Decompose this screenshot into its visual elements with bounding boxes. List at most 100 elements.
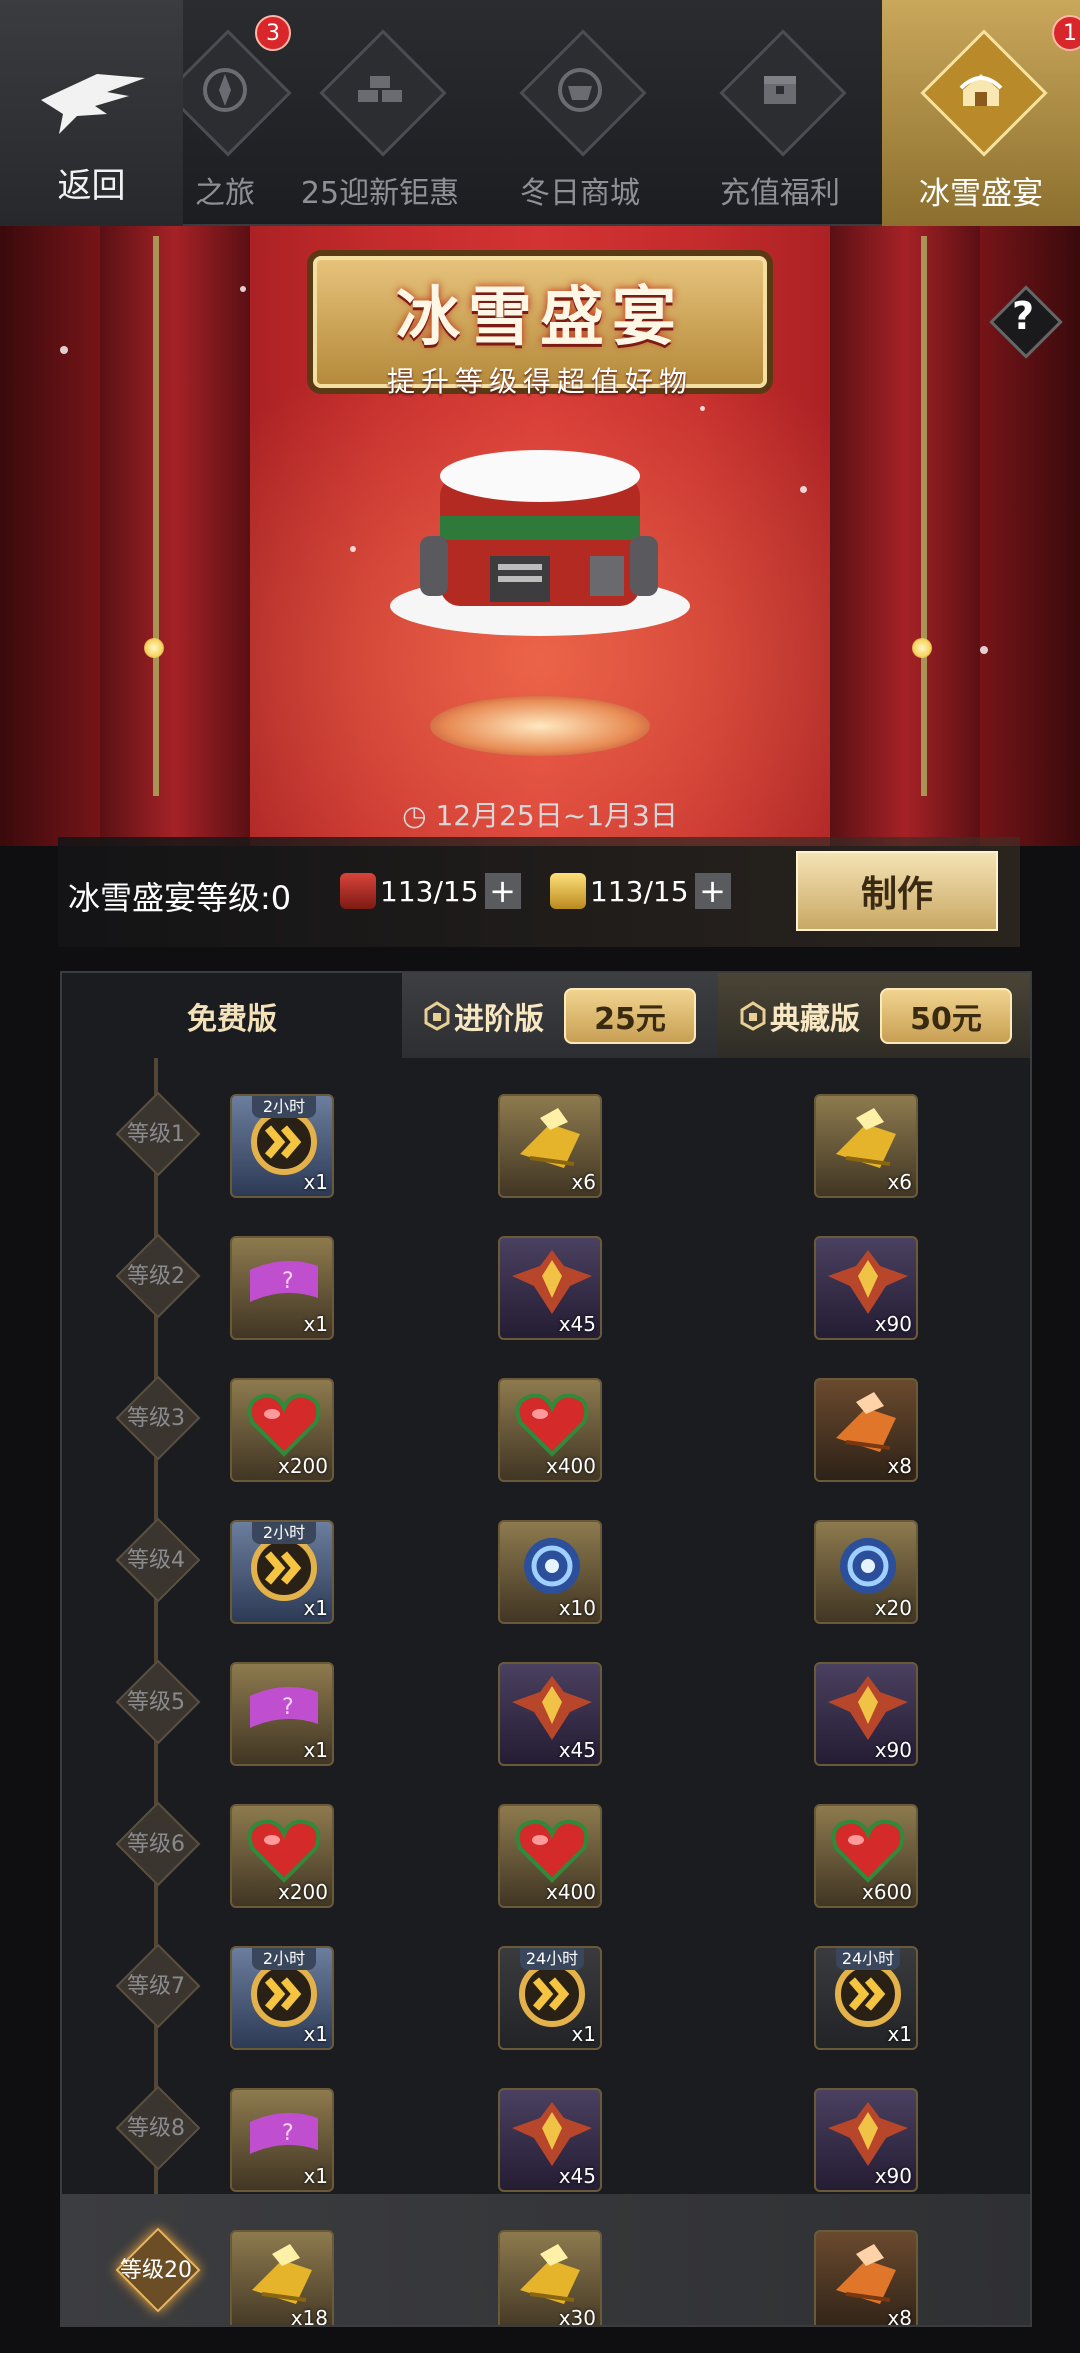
purple-ticket-icon: ? [242,1672,326,1744]
reward-item-free[interactable]: x200 [230,1804,334,1908]
snowflake [350,546,356,552]
reward-item-adv[interactable]: x6 [498,1094,602,1198]
add-red-box-button[interactable]: + [484,873,521,909]
reward-item-adv[interactable]: x45 [498,2088,602,2192]
snowflake [60,346,68,354]
resource-gold-box-value: 113/15 [590,874,689,908]
orange-mecha-icon [826,2240,910,2312]
banner-rail [921,236,927,796]
notification-badge: 1 [1052,15,1080,51]
snowflake [240,286,246,292]
reward-item-col[interactable]: x8 [814,2230,918,2327]
reward-item-free[interactable]: ? x1 [230,1236,334,1340]
svg-text:?: ? [282,1695,294,1720]
snowflake [980,646,988,654]
tab-ice-snow-feast[interactable]: 冰雪盛宴 1 [882,0,1080,226]
reward-item-col[interactable]: x90 [814,1662,918,1766]
reward-item-col[interactable]: x20 [814,1520,918,1624]
reward-item-col[interactable]: x90 [814,1236,918,1340]
shop-icon [520,30,640,150]
reward-item-adv[interactable]: x30 [498,2230,602,2325]
reward-item-free[interactable]: x18 [230,2230,334,2325]
reward-row: 等级4 2小时 x1 x10 x20 [62,1484,1030,1626]
reward-item-adv[interactable]: x400 [498,1804,602,1908]
reward-item-adv[interactable]: x45 [498,1236,602,1340]
tab-new-year-deals[interactable]: 25迎新钜惠 [300,0,460,226]
reward-item-col[interactable]: x8 [814,1378,918,1482]
gold-mecha-icon [510,1104,594,1176]
display-platform [430,696,650,756]
heart-icon [242,1814,326,1886]
red-box-icon [340,873,376,909]
reward-item-free[interactable]: 2小时 x1 [230,1520,334,1624]
event-title-plate: 冰雪盛宴 提升等级得超值好物 [313,256,767,398]
reward-quantity: x1 [303,1738,328,1762]
level-label: 等级20 [120,2258,192,2283]
reward-quantity: x8 [887,2306,912,2327]
reward-item-free[interactable]: 2小时 x1 [230,1946,334,2050]
level-label: 等级8 [127,2116,185,2141]
winged-emblem-icon [510,2098,594,2170]
reward-item-col[interactable]: x6 [814,1094,918,1198]
make-button[interactable]: 制作 [796,851,998,931]
heart-icon [510,1388,594,1460]
reward-quantity: x1 [303,1596,328,1620]
reward-quantity: x1 [303,1312,328,1336]
snowflake [800,486,807,493]
reward-quantity: x20 [874,1596,912,1620]
reward-row: 等级8 ? x1 x45 x90 [62,2052,1030,2194]
add-gold-box-button[interactable]: + [694,873,731,909]
reward-item-adv[interactable]: x45 [498,1662,602,1766]
banner-rail [153,236,159,796]
reward-item-col[interactable]: x600 [814,1804,918,1908]
reward-row: 等级7 2小时 x1 24小时 x1 24小时 x1 [62,1910,1030,2052]
winged-emblem-icon [826,1246,910,1318]
tab-winter-shop[interactable]: 冬日商城 [500,0,660,226]
level-marker: 等级7 [118,1946,194,2022]
event-date: ◷ 12月25日~1月3日 [0,794,1080,834]
reward-quantity: x200 [277,1454,328,1478]
reward-item-col[interactable]: 24小时 x1 [814,1946,918,2050]
reward-quantity: x90 [874,1312,912,1336]
clock-icon: ◷ [402,799,436,832]
event-level-bar: 冰雪盛宴等级:0 113/15 + 113/15 + 制作 [58,837,1020,947]
reward-quantity: x1 [887,2022,912,2046]
duration-tag: 24小时 [836,1948,900,1970]
buy-collector-button[interactable]: 50元 [880,987,1012,1044]
resource-gold-box: 113/15 + [550,867,731,915]
reward-item-free[interactable]: ? x1 [230,2088,334,2192]
level-label: 等级5 [127,1690,185,1715]
reward-item-adv[interactable]: x10 [498,1520,602,1624]
treasure-chest-icon [720,30,840,150]
level-label: 等级4 [127,1548,185,1573]
column-advanced-label: 进阶版 [454,1001,544,1037]
reward-item-adv[interactable]: x400 [498,1378,602,1482]
gold-box-icon [550,873,586,909]
heart-icon [242,1388,326,1460]
level-label: 等级2 [127,1264,185,1289]
tab-journey-label: 之旅 [195,176,255,211]
tab-recharge-benefits[interactable]: 充值福利 [700,0,860,226]
reward-item-adv[interactable]: 24小时 x1 [498,1946,602,2050]
gold-mecha-icon [242,2240,326,2312]
level-marker: 等级2 [118,1236,194,1312]
reward-item-col[interactable]: x90 [814,2088,918,2192]
winged-emblem-icon [826,1672,910,1744]
help-button[interactable]: ? [990,286,1056,352]
reward-item-free[interactable]: x200 [230,1378,334,1482]
level-marker: 等级1 [118,1094,194,1170]
reward-quantity: x1 [303,1170,328,1194]
notification-badge: 3 [255,15,291,51]
purple-ticket-icon: ? [242,2098,326,2170]
reward-item-free[interactable]: ? x1 [230,1662,334,1766]
reward-quantity: x8 [887,1454,912,1478]
column-header-advanced: 进阶版 25元 [402,973,718,1058]
back-button[interactable]: 返回 [0,0,183,226]
gold-bars-icon [320,30,440,150]
eagle-logo-icon [40,74,145,134]
reward-row: 等级6 x200 x400 x600 [62,1768,1030,1910]
reward-item-free[interactable]: 2小时 x1 [230,1094,334,1198]
buy-advanced-button[interactable]: 25元 [564,987,696,1044]
svg-text:?: ? [282,2121,294,2146]
level-marker: 等级3 [118,1378,194,1454]
